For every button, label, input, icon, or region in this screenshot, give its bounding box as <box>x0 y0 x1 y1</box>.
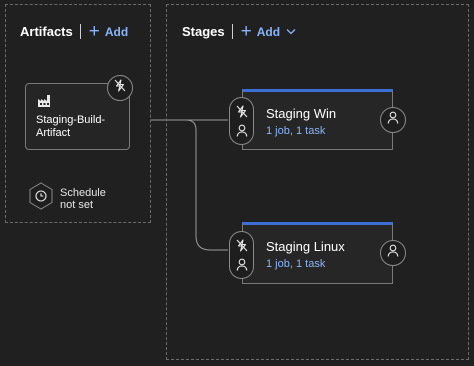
stage-pre-deployment-conditions <box>229 97 254 145</box>
add-stage-button[interactable]: + Add <box>240 20 296 42</box>
stages-header: Stages + Add <box>182 20 296 42</box>
artifacts-header: Artifacts + Add <box>20 20 129 42</box>
lightning-icon[interactable] <box>236 239 248 252</box>
stages-title: Stages <box>182 24 225 39</box>
schedule-trigger[interactable]: Schedule not set <box>28 182 106 215</box>
person-icon <box>387 244 399 262</box>
release-pipeline-canvas: Artifacts + Add Staging-Build-Artifact S… <box>0 0 474 366</box>
lightning-icon <box>114 79 126 97</box>
artifacts-title: Artifacts <box>20 24 73 39</box>
post-deployment-approvers-button[interactable] <box>380 107 406 133</box>
stage-name: Staging Win <box>266 106 337 121</box>
stage-name: Staging Linux <box>266 239 345 254</box>
stages-section <box>166 4 469 360</box>
stage-card-staging-linux[interactable]: Staging Linux 1 job, 1 task <box>242 222 393 284</box>
schedule-label: Schedule <box>60 186 106 199</box>
continuous-deployment-trigger-button[interactable] <box>107 75 133 101</box>
artifact-name: Staging-Build-Artifact <box>36 114 106 139</box>
factory-icon <box>38 94 51 112</box>
person-icon[interactable] <box>236 124 248 137</box>
post-deployment-approvers-button[interactable] <box>380 240 406 266</box>
stage-tasks-link[interactable]: 1 job, 1 task <box>266 258 325 270</box>
add-stage-label: Add <box>256 24 281 39</box>
add-artifact-button[interactable]: + Add <box>88 20 129 42</box>
clock-icon <box>28 182 54 215</box>
add-artifact-label: Add <box>104 24 129 39</box>
stage-tasks-link[interactable]: 1 job, 1 task <box>266 125 325 137</box>
schedule-value: not set <box>60 198 94 211</box>
header-separator <box>79 24 81 39</box>
schedule-status: Schedule not set <box>60 187 106 211</box>
header-separator <box>231 24 233 39</box>
stage-pre-deployment-conditions <box>229 231 254 279</box>
plus-icon: + <box>88 20 100 42</box>
chevron-down-icon <box>286 28 296 35</box>
lightning-icon[interactable] <box>236 105 248 118</box>
stage-card-staging-win[interactable]: Staging Win 1 job, 1 task <box>242 89 393 150</box>
person-icon <box>387 111 399 129</box>
person-icon[interactable] <box>236 258 248 271</box>
plus-icon: + <box>240 20 252 42</box>
